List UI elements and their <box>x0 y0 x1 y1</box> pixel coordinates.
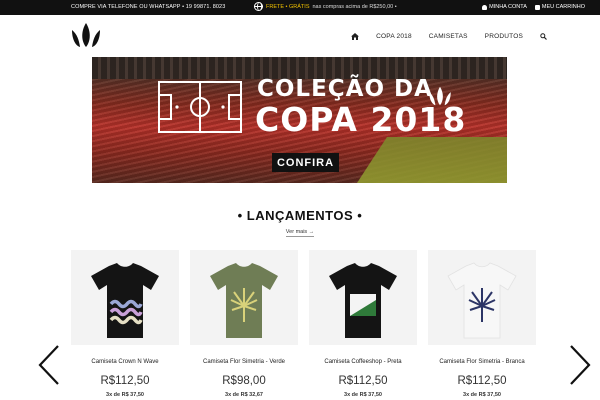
product-carousel: Camiseta Crown N Wave R$112,50 3x de R$ … <box>0 250 600 400</box>
shipping-promo: FRETE • GRÁTIS nas compras acima de R$25… <box>254 2 397 11</box>
product-card[interactable]: Camiseta Flor Simetria - Verde R$98,00 3… <box>190 250 298 400</box>
product-image[interactable] <box>71 250 179 345</box>
see-more-link-wrap: Ver mais → <box>0 229 600 237</box>
cart-link-label: MEU CARRINHO <box>541 4 585 10</box>
product-image[interactable] <box>428 250 536 345</box>
user-icon <box>482 4 488 10</box>
section-title: • LANÇAMENTOS • <box>237 208 363 223</box>
account-links: MINHA CONTA MEU CARRINHO <box>482 4 585 10</box>
account-link-label: MINHA CONTA <box>489 4 527 10</box>
account-link[interactable]: MINHA CONTA <box>482 4 527 10</box>
main-nav: COPA 2018 CAMISETAS PRODUTOS <box>351 33 547 40</box>
product-price: R$112,50 <box>100 375 150 387</box>
home-icon[interactable] <box>351 33 360 40</box>
top-bar: COMPRE VIA TELEFONE OU WHATSAPP • 19 998… <box>0 0 600 15</box>
frete-label: FRETE • GRÁTIS <box>266 3 310 10</box>
nav-item-produtos[interactable]: PRODUTOS <box>485 33 523 40</box>
product-card[interactable]: Camiseta Flor Simetria - Branca R$112,50… <box>428 250 536 400</box>
banner-logo-icon <box>429 86 451 106</box>
see-more-link[interactable]: Ver mais → <box>285 229 315 237</box>
nav-item-copa-2018[interactable]: COPA 2018 <box>376 33 412 40</box>
cart-icon <box>534 4 540 10</box>
nav-item-camisetas[interactable]: CAMISETAS <box>429 33 468 40</box>
brand-logo[interactable] <box>70 22 102 48</box>
product-installments: 3x de R$ 37,50 <box>344 392 382 398</box>
product-image[interactable] <box>190 250 298 345</box>
banner-cta-button[interactable]: CONFIRA <box>272 153 339 172</box>
product-name[interactable]: Camiseta Crown N Wave <box>71 359 179 365</box>
product-price: R$98,00 <box>222 375 266 387</box>
product-card[interactable]: Camiseta Coffeeshop - Preta R$112,50 3x … <box>309 250 417 400</box>
globe-icon <box>254 2 263 11</box>
product-installments: 3x de R$ 32,67 <box>225 392 263 398</box>
product-installments: 3x de R$ 37,50 <box>106 392 144 398</box>
product-price: R$112,50 <box>457 375 507 387</box>
product-card[interactable]: Camiseta Crown N Wave R$112,50 3x de R$ … <box>71 250 179 400</box>
product-price: R$112,50 <box>338 375 388 387</box>
product-name[interactable]: Camiseta Coffeeshop - Preta <box>309 359 417 365</box>
cart-link[interactable]: MEU CARRINHO <box>534 4 585 10</box>
frete-condition: nas compras acima de R$250,00 • <box>312 3 397 10</box>
product-name[interactable]: Camiseta Flor Simetria - Verde <box>190 359 298 365</box>
hero-banner[interactable]: COLEÇÃO DA COPA 2018 CONFIRA <box>92 57 507 183</box>
contact-info: COMPRE VIA TELEFONE OU WHATSAPP • 19 998… <box>71 4 226 10</box>
chevron-left-icon[interactable] <box>37 344 61 386</box>
soccer-field-icon <box>158 81 242 133</box>
search-icon[interactable] <box>540 33 547 40</box>
chevron-right-icon[interactable] <box>568 344 592 386</box>
product-image[interactable] <box>309 250 417 345</box>
product-name[interactable]: Camiseta Flor Simetria - Branca <box>428 359 536 365</box>
banner-title-line1: COLEÇÃO DA <box>257 76 433 102</box>
product-installments: 3x de R$ 37,50 <box>463 392 501 398</box>
